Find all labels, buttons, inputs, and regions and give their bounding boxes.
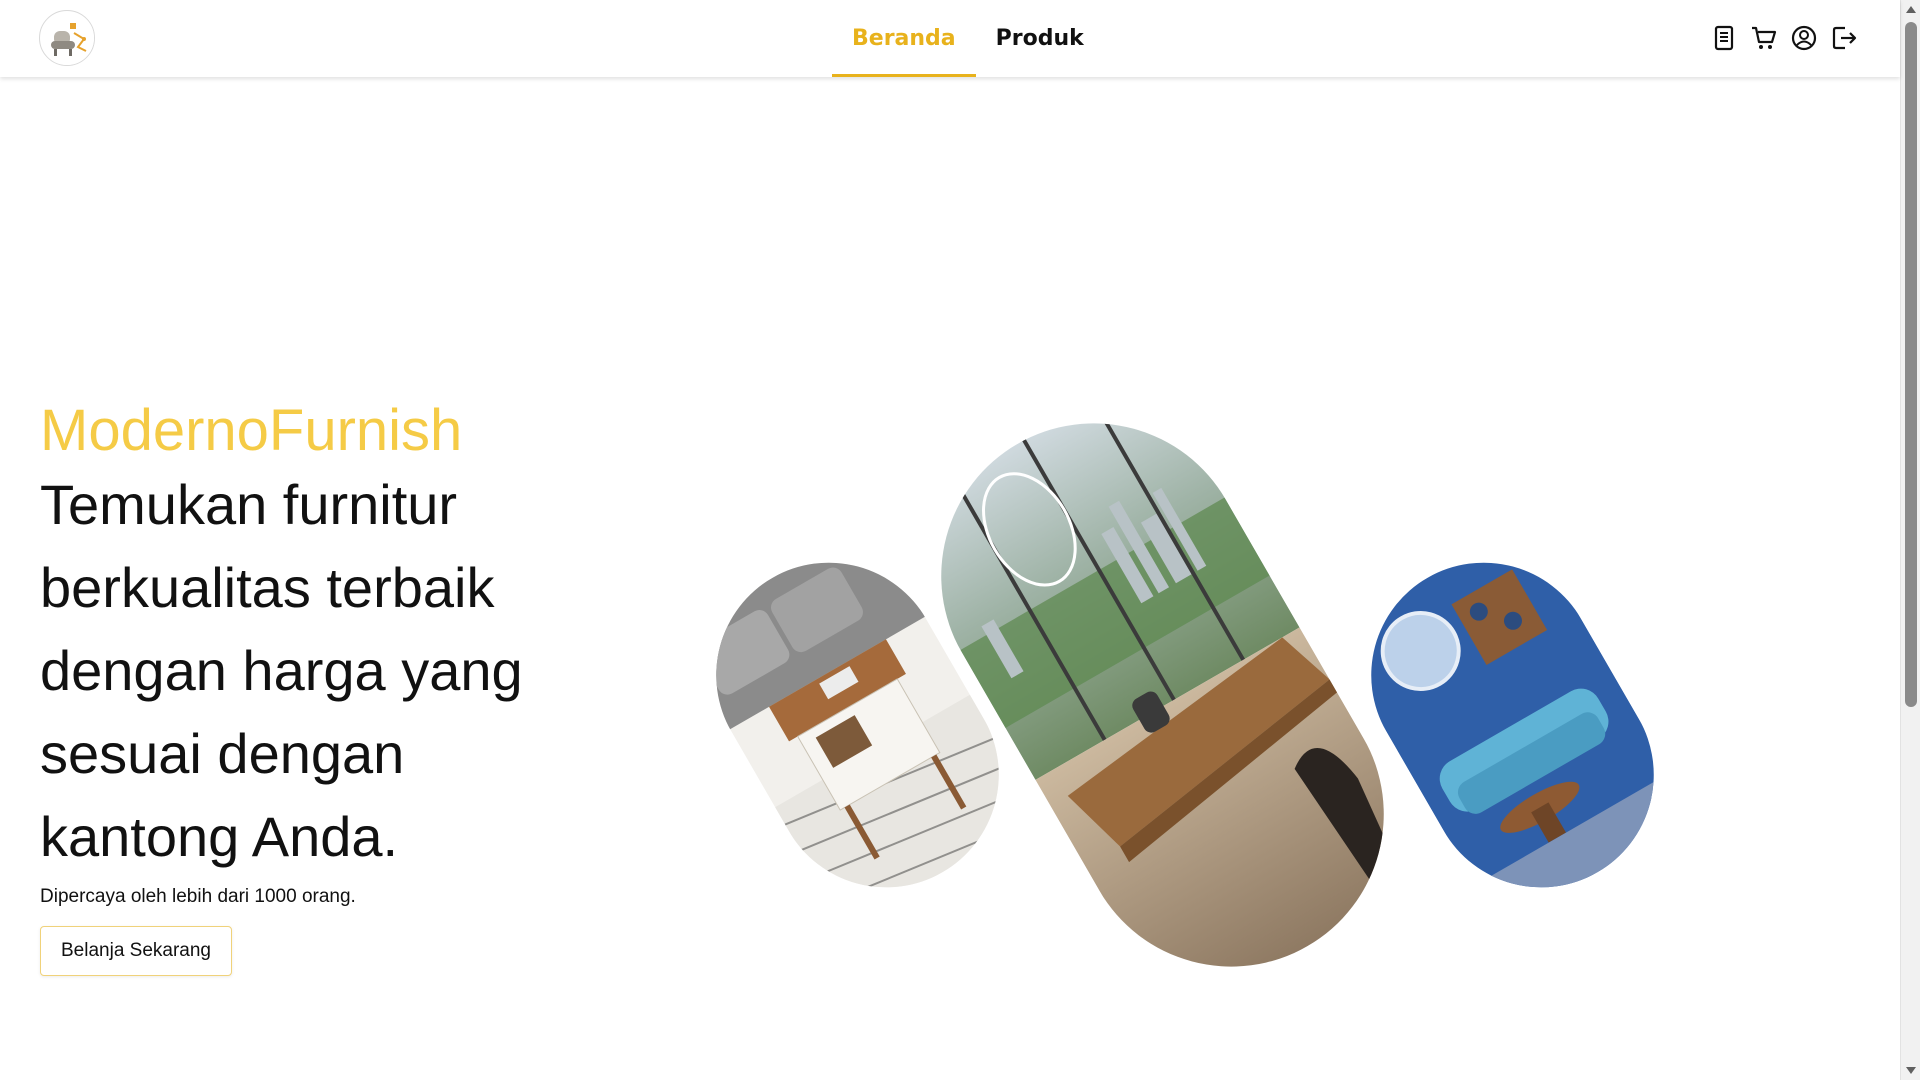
- shop-now-button[interactable]: Belanja Sekarang: [40, 926, 232, 976]
- header-actions: [1710, 24, 1858, 52]
- logout-icon[interactable]: [1830, 24, 1858, 52]
- user-account-icon[interactable]: [1790, 24, 1818, 52]
- scroll-up-icon[interactable]: [1906, 6, 1916, 13]
- tab-produk[interactable]: Produk: [976, 0, 1104, 77]
- hero-text: ModernoFurnish Temukan furnitur berkuali…: [40, 395, 620, 976]
- page: Beranda Produk ModernoFurnish Temukan fu…: [0, 0, 1920, 1080]
- furniture-chair-logo-icon: [41, 12, 94, 65]
- brand-name: ModernoFurnish: [40, 398, 463, 463]
- brand-logo[interactable]: [39, 10, 95, 66]
- top-navbar: Beranda Produk: [0, 0, 1900, 77]
- main-nav: Beranda Produk: [832, 0, 1104, 77]
- orders-document-icon[interactable]: [1710, 24, 1738, 52]
- scroll-thumb[interactable]: [1905, 22, 1917, 707]
- blue-living-room-sofa-photo: [1330, 521, 1695, 929]
- tab-beranda[interactable]: Beranda: [832, 0, 976, 77]
- scroll-down-icon[interactable]: [1906, 1067, 1916, 1074]
- hero-headline: Temukan furnitur berkualitas terbaik den…: [40, 473, 523, 868]
- hero-subline: Dipercaya oleh lebih dari 1000 orang.: [40, 886, 356, 907]
- page-scrollbar[interactable]: [1900, 0, 1920, 1080]
- cart-icon[interactable]: [1750, 24, 1778, 52]
